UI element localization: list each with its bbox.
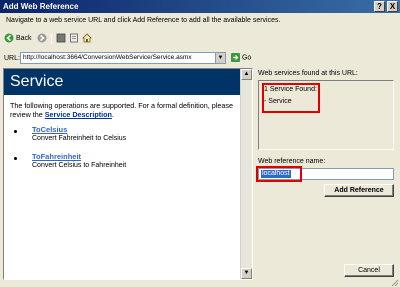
go-label: Go — [241, 54, 252, 62]
service-description-link[interactable]: Service Description — [45, 110, 112, 119]
reference-name-label: Web reference name: — [258, 158, 326, 165]
intro-paragraph: The following operations are supported. … — [10, 101, 238, 119]
toolbar-separator — [51, 34, 52, 44]
services-count: 1 Service Found: — [264, 86, 317, 93]
services-found-label: Web services found at this URL: — [258, 70, 358, 77]
back-arrow-icon — [4, 33, 14, 43]
close-button[interactable]: X — [387, 1, 398, 12]
chevron-up-icon: ▲ — [243, 71, 250, 77]
resize-grip-icon[interactable] — [391, 279, 399, 287]
home-button[interactable] — [82, 33, 92, 45]
vertical-scrollbar[interactable]: ▲ ▼ — [240, 69, 252, 279]
back-label: Back — [15, 35, 32, 42]
bullet-icon — [14, 130, 17, 133]
refresh-icon — [70, 33, 78, 43]
chevron-down-icon: ▼ — [243, 270, 250, 276]
help-button[interactable]: ? — [374, 1, 385, 12]
stop-button[interactable] — [56, 33, 66, 45]
operation-description: Convert Celsius to Fahreinheit — [32, 162, 127, 169]
url-label: URL: — [4, 55, 20, 62]
home-icon — [82, 33, 92, 43]
go-button[interactable]: Go — [231, 53, 251, 63]
highlight-box — [256, 166, 302, 182]
services-found-box: 1 Service Found: - Service — [258, 80, 394, 150]
url-input[interactable]: http://localhost:3664/ConversionWebServi… — [20, 52, 226, 64]
url-dropdown-button[interactable]: ▼ — [215, 53, 225, 63]
scroll-up-button[interactable]: ▲ — [241, 69, 252, 80]
service-banner: Service — [4, 69, 240, 95]
scroll-down-button[interactable]: ▼ — [241, 268, 252, 279]
title-bar: Add Web Reference — [0, 0, 400, 13]
go-arrow-icon — [231, 53, 240, 62]
bullet-icon — [14, 157, 17, 160]
operation-description: Convert Fahreinheit to Celsius — [32, 135, 127, 142]
chevron-down-icon: ▼ — [217, 55, 224, 61]
intro-text: The following operations are supported. … — [10, 101, 233, 119]
instruction-text: Navigate to a web service URL and click … — [6, 17, 281, 24]
cancel-button[interactable]: Cancel — [344, 264, 394, 277]
forward-arrow-icon — [37, 33, 47, 43]
operation-link-tofahreinheit[interactable]: ToFahreinheit — [32, 152, 81, 161]
service-item[interactable]: - Service — [264, 98, 292, 105]
browser-pane[interactable]: Service ▲ ▼ The following operations are… — [3, 68, 253, 280]
url-value: http://localhost:3664/ConversionWebServi… — [23, 54, 192, 61]
operation-link-tocelsius[interactable]: ToCelsius — [32, 125, 67, 134]
back-button[interactable]: Back — [4, 33, 32, 45]
refresh-button[interactable] — [69, 33, 79, 45]
forward-button[interactable] — [37, 33, 47, 45]
window-title: Add Web Reference — [3, 2, 79, 11]
add-reference-button[interactable]: Add Reference — [324, 184, 394, 197]
toolbar: Back — [0, 31, 400, 47]
stop-icon — [56, 33, 66, 43]
intro-end: . — [111, 110, 114, 119]
